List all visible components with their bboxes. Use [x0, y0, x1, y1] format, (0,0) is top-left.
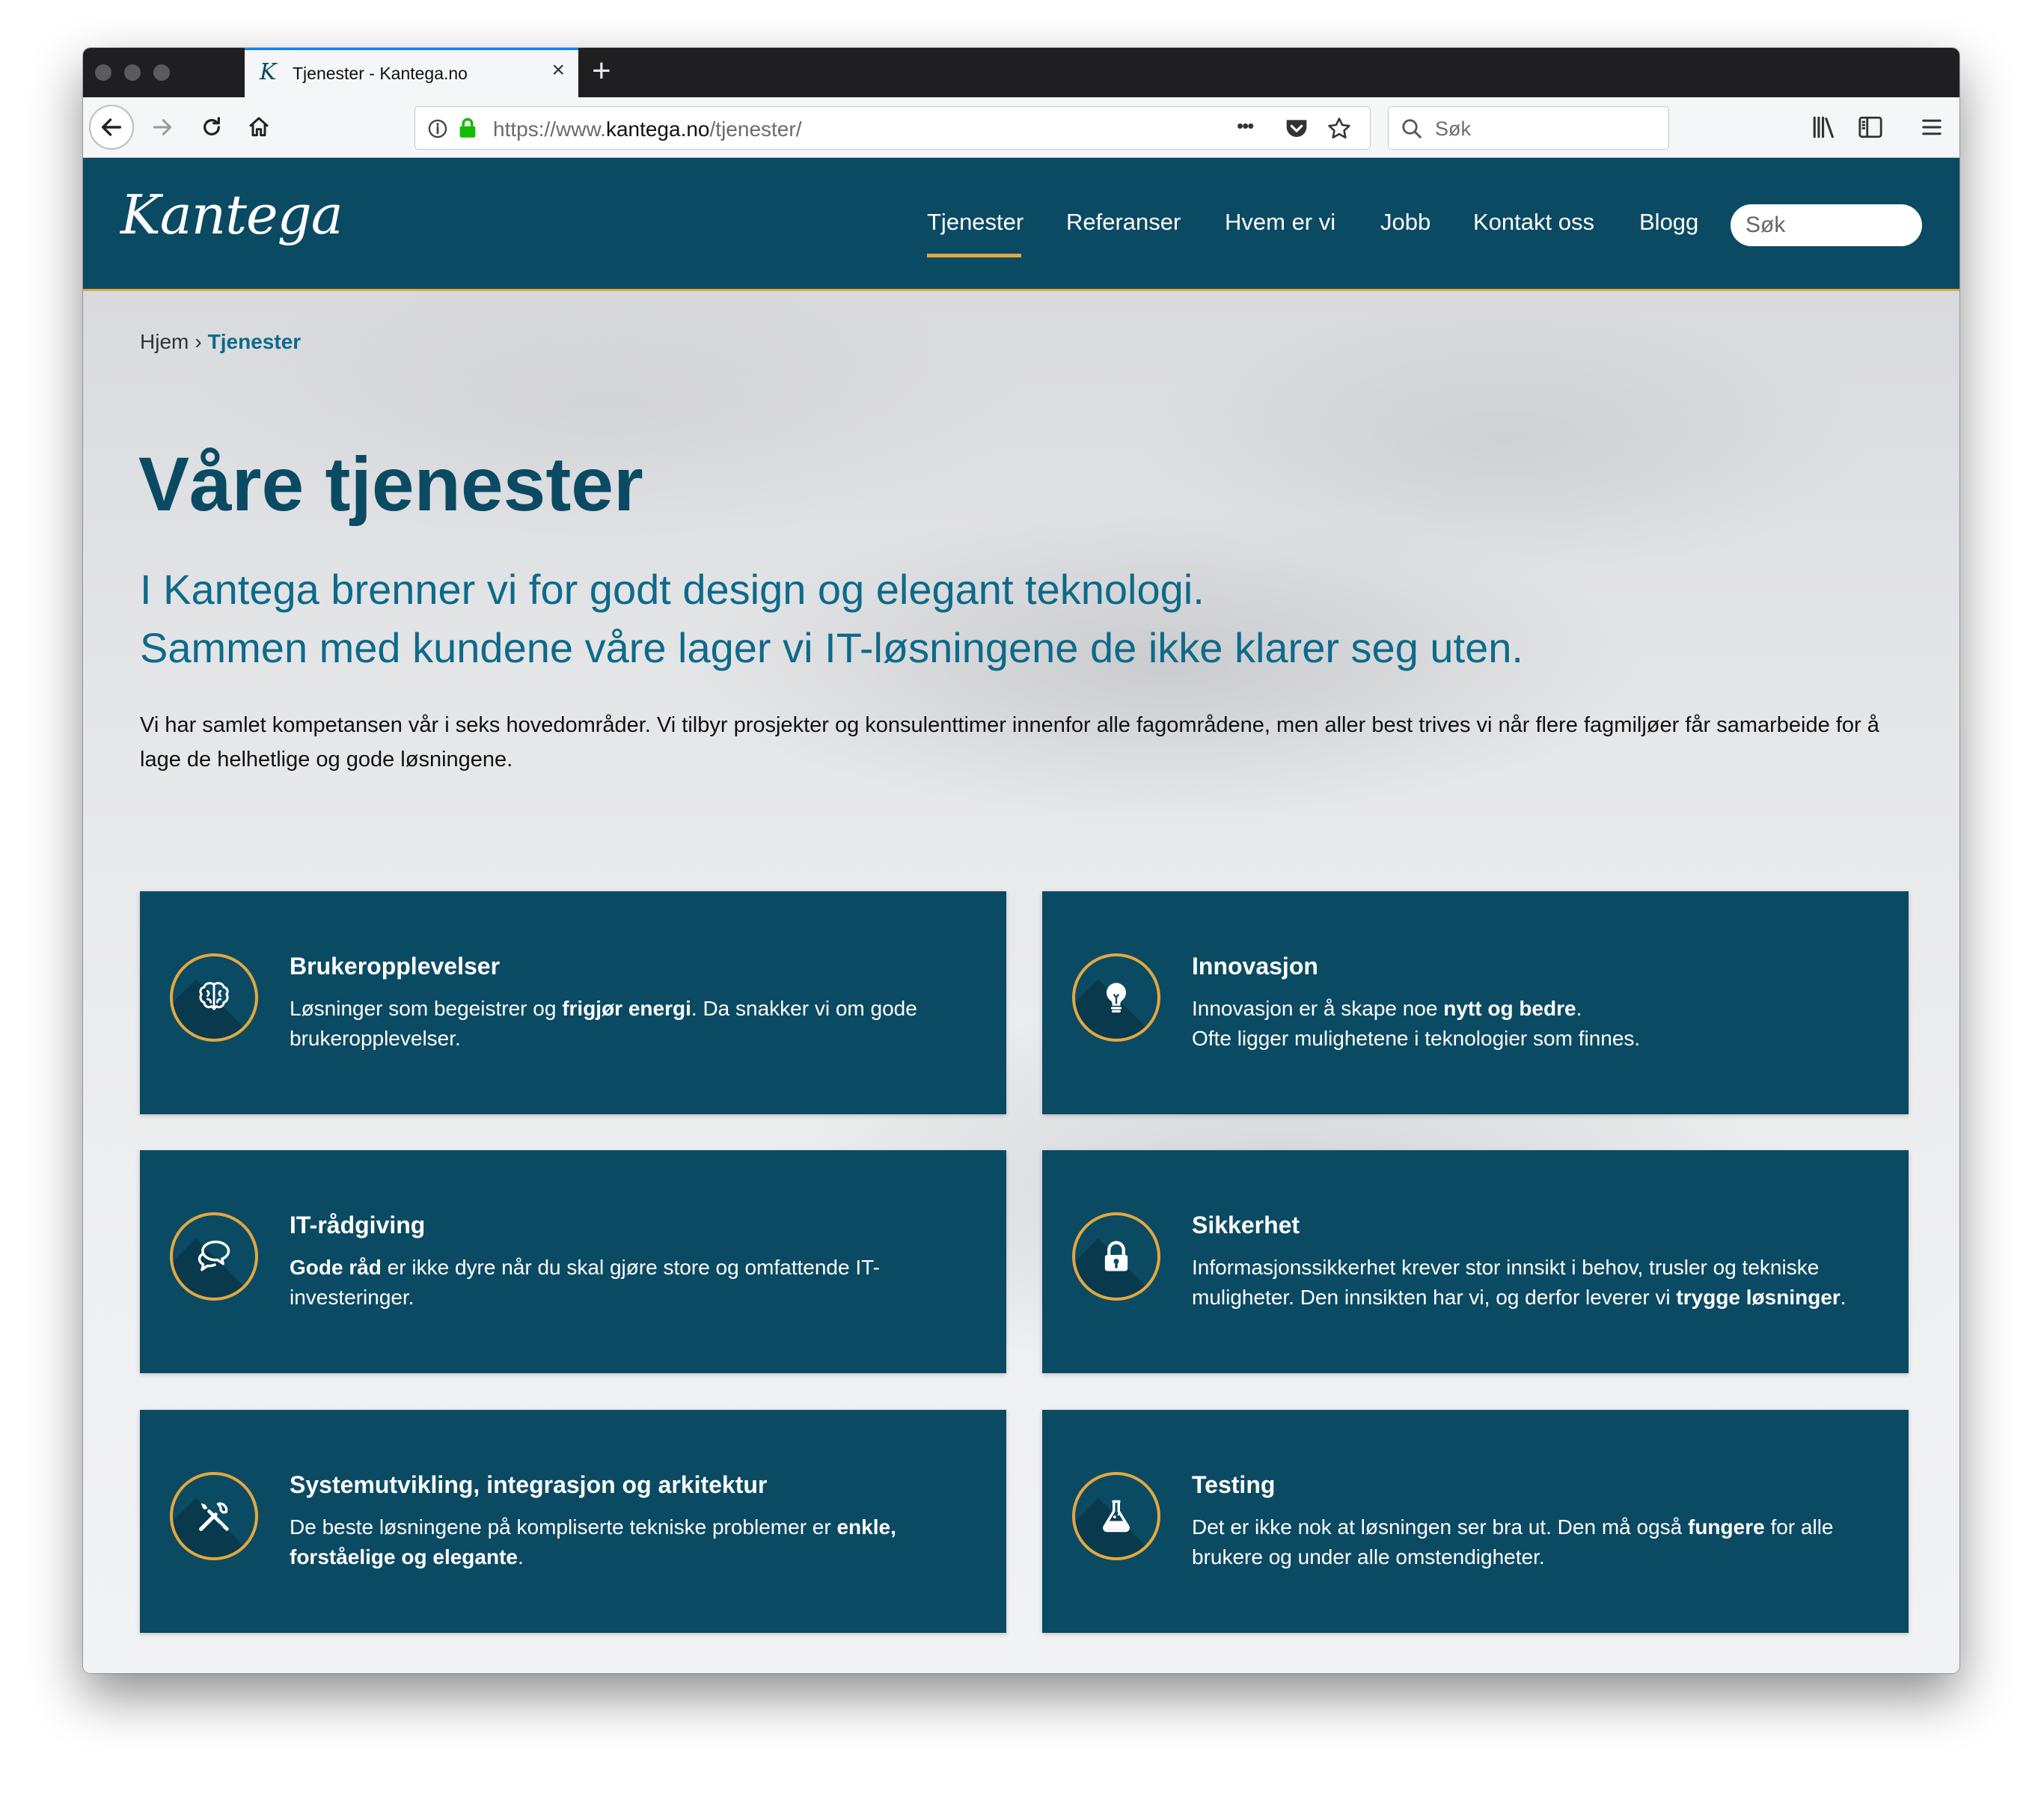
kantega-logo[interactable]: Kantega — [120, 183, 343, 246]
browser-toolbar: https://www.kantega.no/tjenester/ ••• Sø… — [83, 97, 1959, 158]
brain-icon — [170, 953, 258, 1042]
forward-button[interactable] — [140, 105, 185, 150]
back-arrow-icon — [101, 118, 122, 136]
info-icon[interactable] — [427, 118, 448, 139]
kantega-favicon-icon: K — [260, 59, 277, 85]
site-search-input[interactable] — [1731, 204, 1922, 246]
tab-title: Tjenester - Kantega.no — [293, 64, 468, 83]
tools-icon — [170, 1472, 258, 1560]
page-title: Våre tjenester — [138, 442, 643, 527]
flask-icon — [1072, 1472, 1160, 1560]
breadcrumb-separator: › — [195, 330, 202, 353]
page-actions-icon[interactable]: ••• — [1237, 114, 1254, 138]
lead-line-1: I Kantega brenner vi for godt design og … — [140, 566, 1205, 613]
bookmark-star-icon[interactable] — [1327, 116, 1352, 141]
card-title: Innovasjon — [1192, 952, 1318, 980]
nav-item-hvem-er-vi[interactable]: Hvem er vi — [1225, 209, 1335, 236]
address-bar[interactable]: https://www.kantega.no/tjenester/ ••• — [414, 106, 1371, 150]
card-description: Gode råd er ikke dyre når du skal gjøre … — [290, 1255, 881, 1309]
new-tab-button[interactable]: + — [592, 52, 611, 90]
nav-item-jobb[interactable]: Jobb — [1380, 209, 1431, 236]
card-description: De beste løsningene på kompliserte tekni… — [290, 1515, 896, 1569]
nav-item-tjenester[interactable]: Tjenester — [927, 209, 1023, 236]
service-card-it-radgiving[interactable]: IT-rådgiving Gode råd er ikke dyre når d… — [140, 1150, 1006, 1373]
card-description: Innovasjon er å skape noe nytt og bedre.… — [1192, 996, 1641, 1050]
search-icon — [1402, 119, 1422, 138]
url-text: https://www.kantega.no/tjenester/ — [493, 117, 802, 141]
active-nav-indicator — [927, 254, 1021, 257]
reload-button[interactable] — [189, 105, 234, 150]
pocket-icon[interactable] — [1285, 117, 1309, 139]
padlock-icon — [1072, 1212, 1160, 1301]
card-title: IT-rådgiving — [290, 1211, 426, 1238]
card-description: Det er ikke nok at løsningen ser bra ut.… — [1192, 1515, 1834, 1569]
lead-line-2: Sammen med kundene våre lager vi IT-løsn… — [140, 624, 1523, 671]
service-card-sikkerhet[interactable]: Sikkerhet Informasjonssikkerhet krever s… — [1042, 1150, 1909, 1373]
browser-tab[interactable]: K Tjenester - Kantega.no × — [245, 48, 578, 97]
site-header: Kantega Tjenester Referanser Hvem er vi … — [83, 158, 1959, 291]
speech-bubbles-icon — [170, 1212, 258, 1301]
service-card-innovasjon[interactable]: Innovasjon Innovasjon er å skape noe nyt… — [1042, 891, 1909, 1114]
secure-lock-icon — [459, 117, 476, 138]
lightbulb-icon — [1072, 953, 1160, 1042]
nav-item-referanser[interactable]: Referanser — [1066, 209, 1181, 236]
browser-search-field[interactable]: Søk — [1388, 106, 1669, 150]
card-title: Brukeropplevelser — [290, 952, 501, 980]
card-title: Sikkerhet — [1192, 1211, 1300, 1238]
back-button[interactable] — [89, 105, 134, 150]
service-card-systemutvikling[interactable]: Systemutvikling, integrasjon og arkitekt… — [140, 1410, 1006, 1633]
card-description: Løsninger som begeistrer og frigjør ener… — [290, 996, 917, 1050]
page-lead: I Kantega brenner vi for godt design og … — [140, 561, 1523, 677]
tab-strip: K Tjenester - Kantega.no × + — [83, 48, 1959, 97]
browser-window: K Tjenester - Kantega.no × + https://www… — [83, 48, 1959, 1673]
minimize-window-button[interactable] — [124, 64, 141, 81]
reload-icon — [204, 117, 220, 135]
home-icon — [249, 117, 269, 137]
breadcrumb-current[interactable]: Tjenester — [208, 330, 302, 353]
menu-icon[interactable] — [1921, 117, 1943, 138]
forward-arrow-icon — [153, 119, 172, 135]
breadcrumb: Hjem › Tjenester — [140, 330, 301, 354]
library-icon[interactable] — [1811, 115, 1837, 139]
card-description: Informasjonssikkerhet krever stor innsik… — [1192, 1255, 1846, 1309]
home-button[interactable] — [236, 105, 281, 150]
sidebar-icon[interactable] — [1858, 115, 1883, 139]
breadcrumb-home-link[interactable]: Hjem — [140, 330, 189, 353]
close-window-button[interactable] — [95, 64, 111, 81]
nav-item-blogg[interactable]: Blogg — [1639, 209, 1698, 236]
service-card-testing[interactable]: Testing Det er ikke nok at løsningen ser… — [1042, 1410, 1909, 1633]
card-title: Testing — [1192, 1470, 1276, 1498]
nav-item-kontakt-oss[interactable]: Kontakt oss — [1473, 209, 1594, 236]
intro-text: Vi har samlet kompetansen vår i seks hov… — [140, 713, 1879, 772]
close-tab-icon[interactable]: × — [551, 59, 565, 82]
hero-section: Hjem › Tjenester Våre tjenester I Kantega … — [83, 291, 1959, 1673]
browser-search-placeholder: Søk — [1435, 117, 1472, 140]
service-card-brukeropplevelser[interactable]: Brukeropplevelser Løsninger som begeistr… — [140, 891, 1006, 1114]
maximize-window-button[interactable] — [153, 64, 170, 81]
card-title: Systemutvikling, integrasjon og arkitekt… — [290, 1470, 768, 1498]
